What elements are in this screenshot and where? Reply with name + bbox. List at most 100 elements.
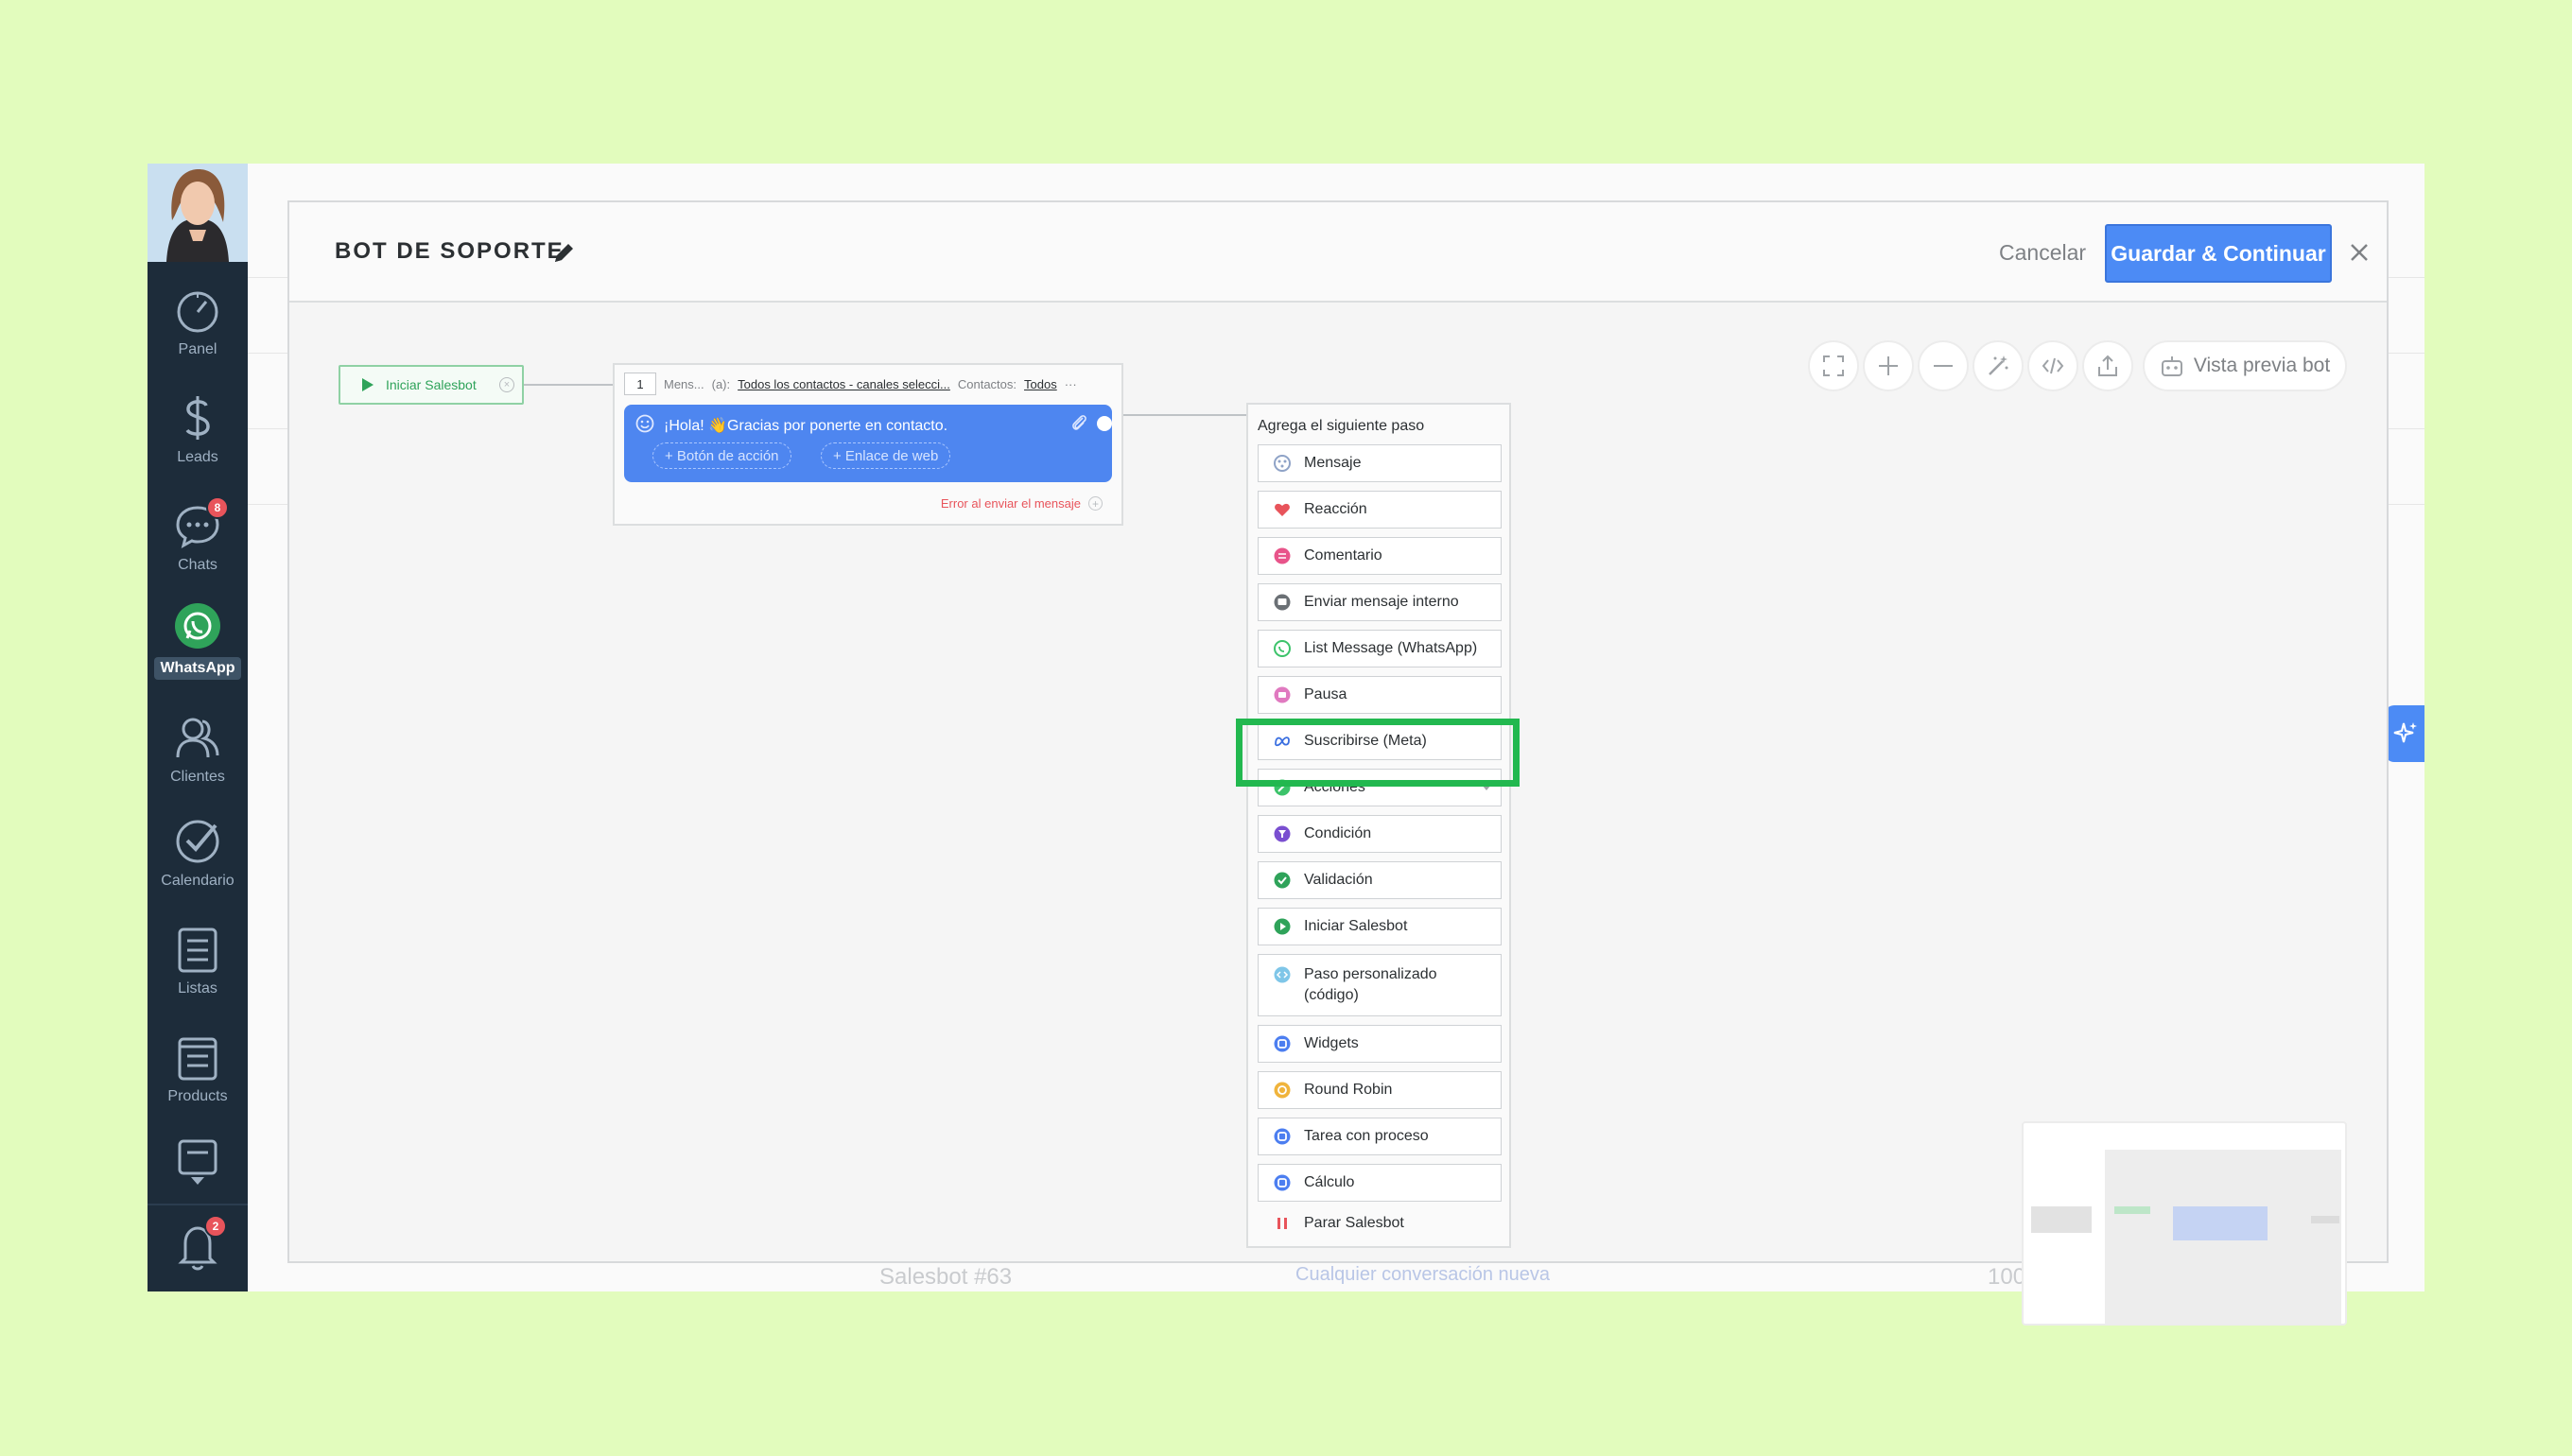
zoom-out-button[interactable] xyxy=(1918,340,1969,391)
zoom-out-icon xyxy=(1934,365,1953,367)
step-parar-salesbot[interactable]: Parar Salesbot xyxy=(1258,1205,1502,1242)
step-label: Iniciar Salesbot xyxy=(1304,918,1408,934)
salesbot-editor-modal: BOT DE SOPORTE Cancelar Guardar & Contin… xyxy=(287,200,2389,1326)
export-button[interactable] xyxy=(2082,340,2133,391)
nav-label: WhatsApp xyxy=(154,657,241,680)
step-label: Validación xyxy=(1304,872,1373,888)
paperclip-icon[interactable] xyxy=(1069,412,1089,433)
message-node-header: 1 Mens... (a): Todos los contactos - can… xyxy=(624,373,1112,395)
add-web-link[interactable]: + Enlace de web xyxy=(821,442,951,469)
whatsapp-icon xyxy=(175,603,220,649)
nav-label: Clientes xyxy=(170,769,225,785)
meta-icon xyxy=(1275,737,1290,747)
ai-assistant-button[interactable] xyxy=(2385,705,2424,762)
nav-chats[interactable]: Chats 8 xyxy=(148,496,248,595)
error-label: Error al enviar el mensaje xyxy=(940,496,1081,511)
close-icon[interactable] xyxy=(2347,240,2372,265)
step-label: Suscribirse (Meta) xyxy=(1304,733,1427,749)
nav-label: Leads xyxy=(177,449,218,465)
code-view-button[interactable] xyxy=(2027,340,2078,391)
fullscreen-button[interactable] xyxy=(1808,340,1859,391)
minimap[interactable] xyxy=(2022,1121,2347,1326)
cancel-button[interactable]: Cancelar xyxy=(1999,240,2086,266)
step-label: Cálculo xyxy=(1304,1174,1355,1190)
step-validacion[interactable]: Validación xyxy=(1258,861,1502,899)
whatsapp-icon xyxy=(1274,640,1291,657)
step-calculo[interactable]: Cálculo xyxy=(1258,1164,1502,1202)
nav-products[interactable]: Products xyxy=(148,1031,248,1126)
step-reaccion[interactable]: Reacción xyxy=(1258,491,1502,529)
sidebar-divider xyxy=(148,1204,248,1205)
step-comentario[interactable]: Comentario xyxy=(1258,537,1502,575)
error-branch[interactable]: Error al enviar el mensaje + xyxy=(941,496,1103,511)
remove-icon[interactable]: × xyxy=(499,377,514,392)
products-icon xyxy=(178,1037,217,1081)
step-label: Comentario xyxy=(1304,547,1382,563)
step-mensaje[interactable]: Mensaje xyxy=(1258,444,1502,482)
minimap-node xyxy=(2114,1206,2150,1214)
nav-clientes[interactable]: Clientes xyxy=(148,712,248,806)
save-continue-button[interactable]: Guardar & Continuar xyxy=(2105,224,2332,283)
nav-label: Listas xyxy=(178,980,217,997)
bot-preview-button[interactable]: Vista previa bot xyxy=(2143,340,2347,391)
pause-icon xyxy=(1274,686,1291,703)
recipient-selector[interactable]: Todos los contactos - canales selecci... xyxy=(738,377,950,391)
contacts-prefix: Contactos: xyxy=(957,376,1017,391)
contacts-selector[interactable]: Todos xyxy=(1024,377,1057,391)
message-text: ¡Hola! 👋Gracias por ponerte en contacto. xyxy=(664,418,948,434)
bot-icon xyxy=(2161,356,2182,376)
step-widgets[interactable]: Widgets xyxy=(1258,1025,1502,1063)
step-pausa[interactable]: Pausa xyxy=(1258,676,1502,714)
step-enviar-mensaje-interno[interactable]: Enviar mensaje interno xyxy=(1258,583,1502,621)
message-step-node[interactable]: 1 Mens... (a): Todos los contactos - can… xyxy=(613,363,1123,526)
nav-panel[interactable]: Panel xyxy=(148,285,248,379)
step-suscribirse-meta[interactable]: Suscribirse (Meta) xyxy=(1258,722,1502,760)
step-tarea-con-proceso[interactable]: Tarea con proceso xyxy=(1258,1118,1502,1155)
step-label: Widgets xyxy=(1304,1035,1359,1051)
nav-label: Products xyxy=(167,1088,228,1104)
speedometer-icon xyxy=(177,291,218,333)
add-icon[interactable]: + xyxy=(1088,496,1103,511)
step-iniciar-salesbot[interactable]: Iniciar Salesbot xyxy=(1258,908,1502,945)
start-node-label: Iniciar Salesbot xyxy=(386,377,477,392)
nav-label: Chats xyxy=(178,557,217,573)
panel-title: Agrega el siguiente paso xyxy=(1258,418,1425,434)
sparkle-icon xyxy=(2393,722,2417,743)
nav-label: Calendario xyxy=(161,873,235,889)
nav-leads[interactable]: Leads xyxy=(148,392,248,487)
next-step-panel: Agrega el siguiente paso Mensaje Reacció… xyxy=(1246,403,1511,1248)
message-bubble[interactable]: ¡Hola! 👋Gracias por ponerte en contacto.… xyxy=(624,405,1112,482)
output-port[interactable] xyxy=(1097,416,1112,431)
zoom-in-button[interactable] xyxy=(1863,340,1914,391)
step-acciones[interactable]: Acciones xyxy=(1258,769,1502,806)
play-icon xyxy=(1274,918,1291,935)
step-round-robin[interactable]: Round Robin xyxy=(1258,1071,1502,1109)
user-avatar[interactable] xyxy=(148,164,248,262)
nav-listas[interactable]: Listas xyxy=(148,924,248,1018)
condition-icon xyxy=(1274,825,1291,842)
checkmark-icon xyxy=(176,820,219,863)
flow-canvas[interactable]: Vista previa bot Iniciar Salesbot × 1 Me… xyxy=(289,303,2387,1326)
nav-whatsapp[interactable]: WhatsApp xyxy=(148,600,248,695)
start-salesbot-node[interactable]: Iniciar Salesbot × xyxy=(339,365,524,405)
step-list-message-whatsapp[interactable]: List Message (WhatsApp) xyxy=(1258,630,1502,667)
step-condicion[interactable]: Condición xyxy=(1258,815,1502,853)
task-icon xyxy=(1274,1128,1291,1145)
pencil-icon[interactable] xyxy=(550,240,577,267)
export-icon xyxy=(2098,355,2117,376)
nav-more[interactable] xyxy=(148,1137,248,1194)
add-action-button[interactable]: + Botón de acción xyxy=(652,442,791,469)
step-label: List Message (WhatsApp) xyxy=(1304,640,1478,656)
round-robin-icon xyxy=(1274,1082,1291,1099)
bot-title: BOT DE SOPORTE xyxy=(335,238,565,264)
code-icon xyxy=(2042,357,2064,374)
more-options[interactable]: ··· xyxy=(1065,377,1077,391)
left-sidebar: Panel Leads Chats 8 WhatsApp Clientes Ca… xyxy=(148,164,248,1291)
step-label: Paso personalizado (código) xyxy=(1304,966,1437,1003)
auto-layout-button[interactable] xyxy=(1972,340,2024,391)
step-label: Pausa xyxy=(1304,686,1347,702)
step-paso-personalizado[interactable]: Paso personalizado (código) xyxy=(1258,954,1502,1016)
nav-notifications[interactable]: 2 xyxy=(148,1215,248,1287)
nav-calendario[interactable]: Calendario xyxy=(148,816,248,910)
chats-unread-badge: 8 xyxy=(206,496,229,519)
